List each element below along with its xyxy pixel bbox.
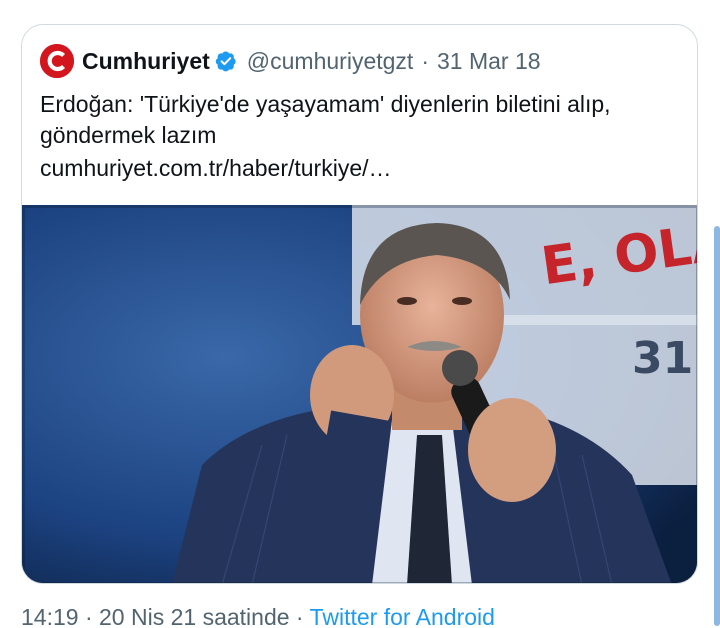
scrollbar-thumb[interactable] xyxy=(714,226,720,626)
cumhuriyet-logo-icon[interactable] xyxy=(40,44,74,78)
banner-number: 31 xyxy=(632,333,693,384)
article-image[interactable]: E, OLAC 31 xyxy=(22,205,697,583)
speaker-photo: E, OLAC 31 xyxy=(22,205,697,583)
client-link[interactable]: Twitter for Android xyxy=(310,604,495,628)
meta-separator: · xyxy=(84,604,93,628)
display-name[interactable]: Cumhuriyet xyxy=(82,48,210,75)
verified-badge-icon xyxy=(215,51,236,72)
article-link[interactable]: cumhuriyet.com.tr/haber/turkiye/… xyxy=(40,153,392,184)
screen: Cumhuriyet @cumhuriyetgzt · 31 Mar 18 Er… xyxy=(0,0,720,628)
user-handle[interactable]: @cumhuriyetgzt xyxy=(247,48,414,75)
meta-time[interactable]: 14:19 xyxy=(21,604,79,628)
header-separator: · xyxy=(421,47,429,74)
tweet-headline: Erdoğan: 'Türkiye'de yaşayamam' diyenler… xyxy=(40,91,611,148)
meta-date[interactable]: 20 Nis 21 saatinde xyxy=(99,604,290,628)
meta-separator: · xyxy=(295,604,304,628)
tweet-meta: 14:19 · 20 Nis 21 saatinde · Twitter for… xyxy=(21,604,495,628)
quoted-tweet-card[interactable]: Cumhuriyet @cumhuriyetgzt · 31 Mar 18 Er… xyxy=(21,24,698,584)
tweet-date[interactable]: 31 Mar 18 xyxy=(437,48,541,75)
tweet-header: Cumhuriyet @cumhuriyetgzt · 31 Mar 18 xyxy=(40,43,679,79)
